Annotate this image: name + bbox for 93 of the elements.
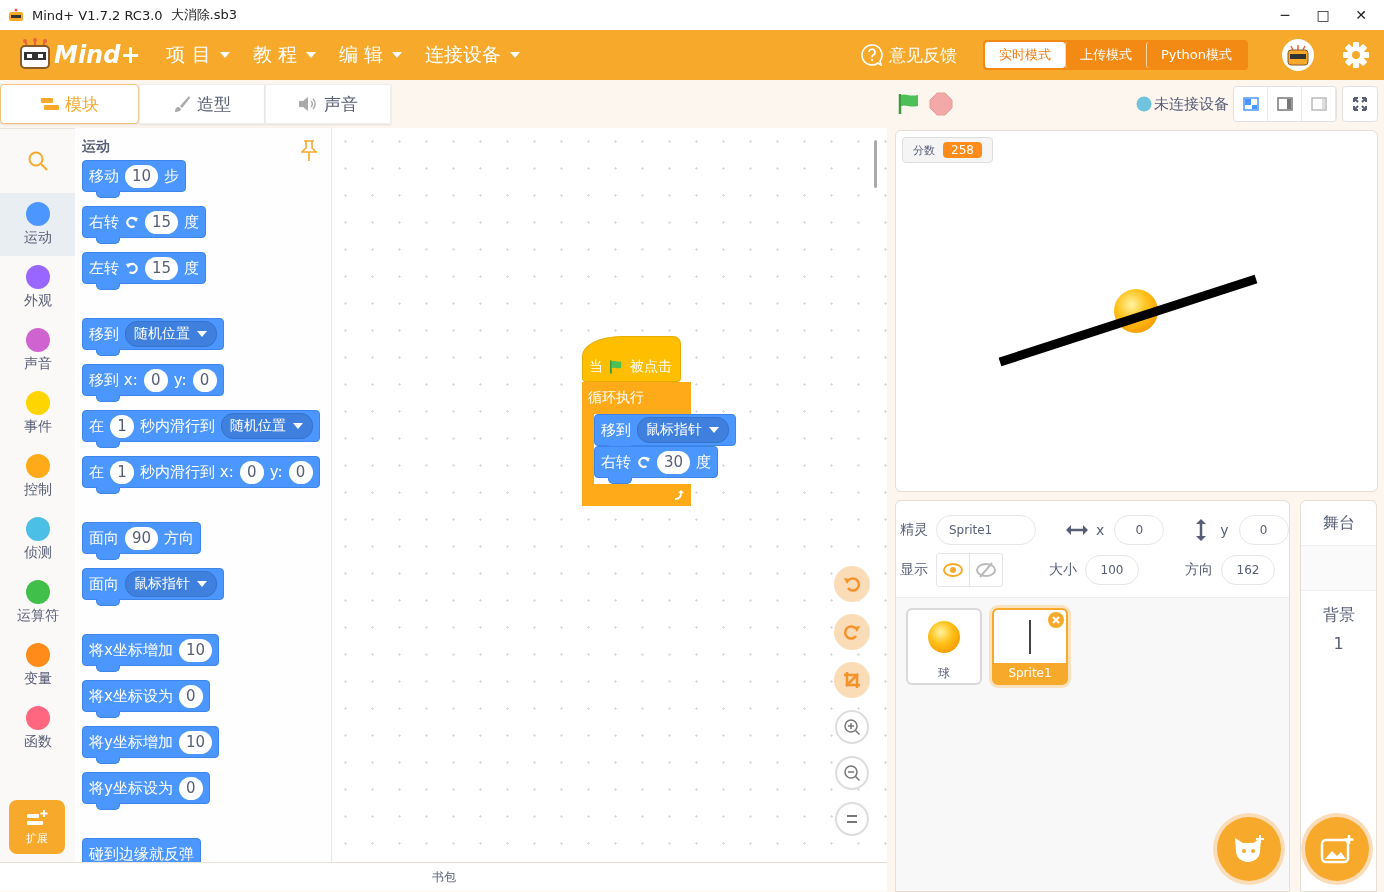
palette-title: 运动: [82, 138, 110, 156]
block-label: 右转: [601, 452, 631, 472]
block-label: 将x坐标设为: [89, 686, 173, 706]
dropdown-menu[interactable]: 鼠标指针: [637, 417, 729, 443]
window-title: Mind+ V1.7.2 RC3.0: [32, 7, 163, 23]
dropdown-menu[interactable]: 随机位置: [221, 413, 313, 439]
block-label: 将y坐标增加: [89, 732, 173, 752]
block-label: 度: [184, 258, 200, 278]
sprite-label: 精灵: [900, 521, 928, 539]
backdrop-count: 1: [1333, 634, 1344, 653]
category-label: 函数: [23, 733, 52, 751]
category-item[interactable]: 变量: [0, 634, 75, 697]
dropdown-menu[interactable]: 鼠标指针: [125, 571, 217, 597]
number-input[interactable]: 10: [125, 164, 159, 188]
loop-block[interactable]: 循环执行 移到 鼠标指针 右转 30 度: [582, 382, 736, 506]
block-label: 秒内滑行到 x:: [140, 462, 234, 482]
size-label: 大小: [1049, 561, 1077, 579]
category-label: 事件: [23, 418, 52, 436]
y-label: y: [1220, 522, 1229, 538]
number-input[interactable]: 0: [143, 368, 168, 392]
category-label: 变量: [23, 670, 52, 688]
sprite-tile[interactable]: 球: [906, 608, 982, 685]
block-label: 左转: [89, 258, 119, 278]
number-input[interactable]: 0: [288, 460, 313, 484]
block-label: 右转: [89, 212, 119, 232]
number-input[interactable]: 0: [239, 460, 264, 484]
number-input[interactable]: 1: [110, 460, 134, 484]
number-input[interactable]: 1: [110, 414, 134, 438]
number-input[interactable]: 10: [178, 730, 212, 754]
block-label: 移动: [89, 166, 119, 186]
x-label: x: [1096, 522, 1105, 538]
block-label: 将y坐标设为: [89, 778, 173, 798]
device-status: 未连接设备: [1136, 94, 1229, 114]
editor-tab[interactable]: 声音: [265, 84, 391, 124]
block-label: 度: [184, 212, 200, 232]
category-label: 外观: [23, 292, 52, 310]
window-control[interactable]: ─: [1270, 7, 1300, 23]
block-label: 移到: [601, 420, 631, 440]
category-label: 声音: [23, 355, 52, 373]
number-input[interactable]: 90: [125, 526, 159, 550]
monitor-label: 分数: [913, 142, 935, 158]
block-label: 循环执行: [588, 389, 644, 407]
block-label: 在: [89, 416, 104, 436]
y-field[interactable]: 0: [1238, 515, 1289, 545]
block-label: 移到: [89, 324, 119, 344]
x-field[interactable]: 0: [1114, 515, 1165, 545]
category-label: 控制: [23, 481, 52, 499]
editor-tab[interactable]: 造型: [139, 84, 265, 124]
size-field[interactable]: 100: [1085, 555, 1139, 585]
category-label: 运动: [23, 229, 52, 247]
number-input[interactable]: 30: [657, 450, 691, 474]
block-label: 面向: [89, 528, 119, 548]
block-label: 被点击: [630, 358, 672, 376]
dropdown-menu[interactable]: 随机位置: [125, 321, 217, 347]
category-item[interactable]: 控制: [0, 445, 75, 508]
number-input[interactable]: 0: [192, 368, 217, 392]
block-label: 方向: [164, 528, 195, 548]
category-item[interactable]: 声音: [0, 319, 75, 382]
backpack-label[interactable]: 书包: [431, 868, 456, 886]
number-input[interactable]: 10: [178, 638, 212, 662]
direction-field[interactable]: 162: [1221, 555, 1275, 585]
category-label: 侦测: [23, 544, 52, 562]
block-label: 度: [696, 452, 712, 472]
block-label: 步: [164, 166, 180, 186]
window-control[interactable]: □: [1308, 7, 1338, 23]
number-input[interactable]: 0: [178, 684, 203, 708]
block-label: 在: [89, 462, 104, 482]
backdrops-label: 背景: [1322, 605, 1355, 626]
category-item[interactable]: 外观: [0, 256, 75, 319]
block-label: y:: [269, 463, 283, 481]
category-item[interactable]: 函数: [0, 697, 75, 760]
monitor-value: 258: [943, 142, 982, 158]
logo-text: Mind+: [54, 41, 141, 69]
block-label: 当: [589, 358, 603, 376]
sprite-name-field[interactable]: Sprite1: [936, 515, 1036, 545]
number-input[interactable]: 15: [145, 210, 179, 234]
category-item[interactable]: 运动: [0, 193, 75, 256]
number-input[interactable]: 0: [178, 776, 203, 800]
file-name: 大消除.sb3: [170, 6, 238, 24]
block-label: 移到 x:: [89, 370, 138, 390]
category-item[interactable]: 运算符: [0, 571, 75, 634]
block-label: 碰到边缘就反弹: [89, 844, 194, 862]
category-item[interactable]: 侦测: [0, 508, 75, 571]
number-input[interactable]: 15: [145, 256, 179, 280]
category-item[interactable]: 事件: [0, 382, 75, 445]
category-label: 运算符: [16, 607, 59, 625]
window-control[interactable]: ✕: [1346, 7, 1376, 23]
block-label: 将x坐标增加: [89, 640, 173, 660]
block-label: 秒内滑行到: [140, 416, 215, 436]
direction-label: 方向: [1185, 561, 1213, 579]
show-label: 显示: [900, 561, 928, 579]
block-label: 面向: [89, 574, 119, 594]
block-label: y:: [173, 371, 187, 389]
